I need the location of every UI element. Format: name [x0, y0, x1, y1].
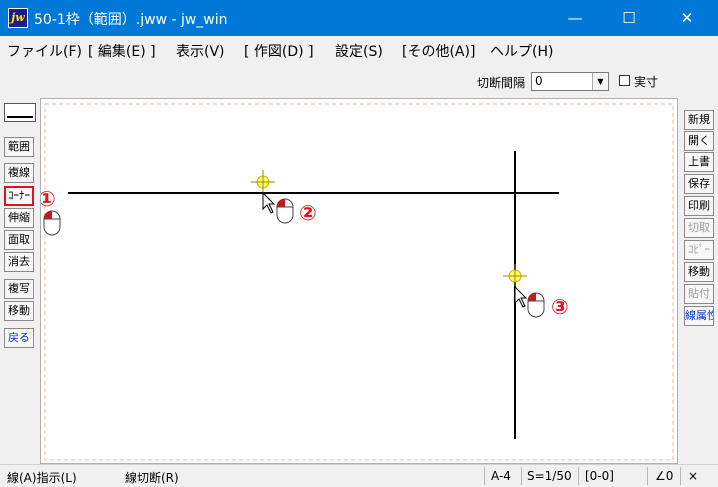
- chevron-down-icon[interactable]: ▼: [592, 73, 608, 90]
- tool-undo[interactable]: 戻る: [4, 328, 34, 348]
- cut-interval-value: 0: [535, 74, 543, 88]
- tool-paste[interactable]: 貼付: [684, 284, 714, 304]
- tool-save[interactable]: 保存: [684, 174, 714, 194]
- menu-bar: ファイル(F) [ 編集(E) ] 表示(V) [ 作図(D) ] 設定(S) …: [0, 36, 718, 62]
- tool-copy[interactable]: 複写: [4, 279, 34, 299]
- status-paper-size[interactable]: A-4: [491, 469, 511, 483]
- title-bar[interactable]: jw 50-1枠（範囲）.jww - jw_win — ☐ ✕: [0, 0, 718, 36]
- tool-print[interactable]: 印刷: [684, 196, 714, 216]
- mouse-cursor-2: [262, 191, 294, 224]
- point-marker-2: [251, 170, 275, 194]
- status-divider: [521, 467, 522, 485]
- status-divider: [647, 467, 648, 485]
- tool-move-right[interactable]: 移動: [684, 262, 714, 282]
- step-1-label: ①: [41, 187, 56, 211]
- point-marker-3: [503, 264, 527, 288]
- tool-parallel-line[interactable]: 複線: [4, 163, 34, 183]
- status-angle[interactable]: ∠0: [655, 469, 673, 483]
- status-zoom[interactable]: ×: [688, 469, 698, 483]
- drawing-area: ① ② ③: [41, 103, 674, 461]
- actual-size-label: 実寸: [634, 75, 659, 89]
- tool-line-attribute[interactable]: 線属性: [684, 306, 714, 326]
- status-divider: [484, 467, 485, 485]
- mouse-cursor-3: [514, 285, 545, 318]
- tool-overwrite[interactable]: 上書: [684, 152, 714, 172]
- drawing-canvas[interactable]: ① ② ③: [40, 98, 678, 464]
- minimize-button[interactable]: —: [552, 0, 598, 36]
- menu-other[interactable]: [その他(A)]: [402, 41, 475, 61]
- cut-interval-select[interactable]: 0 ▼: [531, 72, 609, 91]
- app-icon: jw: [8, 8, 28, 28]
- line-style-icon: [7, 116, 33, 118]
- tool-new[interactable]: 新規: [684, 110, 714, 130]
- line-style-selector[interactable]: [4, 103, 36, 122]
- tool-open[interactable]: 開く: [684, 131, 714, 151]
- status-bar: 線(A)指示(L) 線切断(R) A-4 S=1/50 [0-0] ∠0 ×: [0, 464, 718, 487]
- mouse-cursor-1: [43, 210, 61, 236]
- paper-frame: [44, 103, 674, 461]
- status-layer[interactable]: [0-0]: [585, 469, 614, 483]
- status-scale[interactable]: S=1/50: [527, 469, 572, 483]
- maximize-button[interactable]: ☐: [606, 0, 652, 36]
- window-title: 50-1枠（範囲）.jww - jw_win: [34, 12, 228, 28]
- menu-view[interactable]: 表示(V): [176, 41, 225, 61]
- menu-draw[interactable]: [ 作図(D) ]: [244, 41, 314, 61]
- step-3-label: ③: [551, 295, 569, 319]
- actual-size-checkbox[interactable]: [619, 75, 630, 86]
- tool-extend[interactable]: 伸縮: [4, 208, 34, 228]
- status-instruction: 線(A)指示(L): [7, 471, 77, 485]
- menu-file[interactable]: ファイル(F): [7, 41, 82, 61]
- tool-range[interactable]: 範囲: [4, 137, 34, 157]
- tool-chamfer[interactable]: 面取: [4, 230, 34, 250]
- menu-help[interactable]: ヘルプ(H): [490, 41, 553, 61]
- step-2-label: ②: [299, 201, 317, 225]
- status-mode: 線切断(R): [125, 471, 179, 485]
- menu-edit[interactable]: [ 編集(E) ]: [88, 41, 156, 61]
- tool-corner[interactable]: ｺｰﾅｰ: [4, 186, 34, 206]
- close-button[interactable]: ✕: [664, 0, 710, 36]
- status-divider: [578, 467, 579, 485]
- tool-copy-clipboard[interactable]: ｺﾋﾟｰ: [684, 240, 714, 260]
- control-bar: [0, 66, 718, 96]
- tool-move[interactable]: 移動: [4, 301, 34, 321]
- cut-interval-label: 切断間隔: [477, 76, 526, 90]
- menu-settings[interactable]: 設定(S): [335, 41, 383, 61]
- tool-cut[interactable]: 切取: [684, 218, 714, 238]
- tool-erase[interactable]: 消去: [4, 252, 34, 272]
- status-divider: [680, 467, 681, 485]
